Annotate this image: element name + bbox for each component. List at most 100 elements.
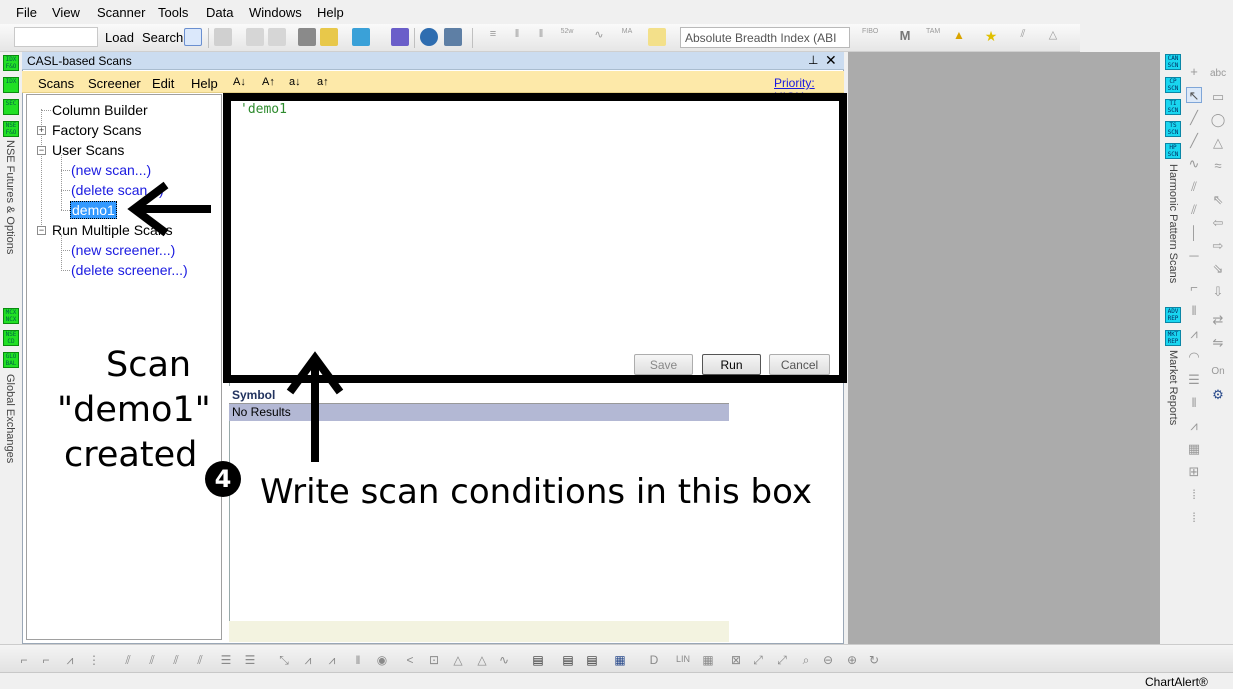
mcx-button[interactable]: MCX NCX [3, 308, 19, 324]
arrow-left-up-icon[interactable]: ⇖ [1210, 192, 1226, 208]
arrow-down-icon[interactable]: ⇩ [1210, 284, 1226, 300]
tree-user-scans[interactable]: User Scans [52, 142, 124, 158]
collapse-user-scans[interactable]: − [37, 146, 46, 155]
tool-settings-icon[interactable]: ⚙ [1210, 387, 1226, 403]
panel-menu-edit[interactable]: Edit [152, 76, 174, 91]
tool-7-icon[interactable]: ⫽ [168, 652, 184, 668]
trend-icon[interactable]: ⫽ [1014, 28, 1032, 46]
save-icon[interactable] [214, 28, 232, 46]
close-icon[interactable]: ✕ [825, 52, 837, 69]
gann-icon[interactable]: ⩘ [1186, 418, 1202, 434]
vbars-icon[interactable]: ‖ [1186, 395, 1202, 411]
dots-grid-icon[interactable]: ⁞ [1186, 487, 1202, 503]
pointer-icon[interactable]: ↖ [1186, 87, 1202, 103]
tool-20-icon[interactable]: ∿ [496, 652, 512, 668]
font-small-decrease-button[interactable]: a↓ [289, 76, 301, 88]
menu-tools[interactable]: Tools [158, 5, 188, 20]
arrow-right-icon[interactable]: ⇨ [1210, 238, 1226, 254]
on-toggle[interactable]: On [1210, 364, 1226, 380]
market-icon[interactable] [352, 28, 370, 46]
line-icon[interactable]: ╱ [1186, 110, 1202, 126]
triangle-tool-icon[interactable]: △ [1210, 135, 1226, 151]
harmonic-pattern-scans-tab[interactable]: Harmonic Pattern Scans [1167, 164, 1179, 283]
star-icon[interactable]: ★ [982, 28, 1000, 46]
save-button[interactable]: Save [634, 354, 693, 375]
tool-26-icon[interactable]: ▦ [700, 652, 716, 668]
nse-futures-tab[interactable]: NSE Futures & Options [4, 140, 16, 254]
wave-icon[interactable]: ∿ [590, 28, 608, 46]
ma-icon[interactable]: MA [618, 28, 636, 46]
bars2-icon[interactable]: ‖ [532, 28, 550, 46]
hp-scn-button[interactable]: HP SCN [1165, 143, 1181, 159]
dots-grid2-icon[interactable]: ⁞ [1186, 510, 1202, 526]
zoom-in-icon[interactable]: ⊕ [844, 652, 860, 668]
tam-icon[interactable]: TAM [926, 28, 944, 46]
tool-17-icon[interactable]: ⊡ [426, 652, 442, 668]
preview-icon[interactable] [268, 28, 286, 46]
tool-19-icon[interactable]: △ [474, 652, 490, 668]
line-sl-icon[interactable]: ╱ [1186, 133, 1202, 149]
pin-icon[interactable]: ⊥ [808, 53, 818, 67]
tree-column-builder[interactable]: Column Builder [52, 102, 148, 118]
tool-18-icon[interactable]: △ [450, 652, 466, 668]
editor-code[interactable]: 'demo1 [240, 102, 287, 117]
chart-icon[interactable] [184, 28, 202, 46]
panel-menu-screener[interactable]: Screener [88, 76, 141, 91]
tree-factory-scans[interactable]: Factory Scans [52, 122, 141, 138]
tool-23-icon[interactable]: ▤ [584, 652, 600, 668]
globe-icon[interactable] [420, 28, 438, 46]
tree-delete-screener[interactable]: (delete screener...) [71, 262, 188, 278]
tool-12-icon[interactable]: ⩘ [300, 652, 316, 668]
nse-fo-button[interactable]: NSE F&O [3, 121, 19, 137]
run-button[interactable]: Run [702, 354, 761, 375]
mkt-rep-button[interactable]: MKT REP [1165, 330, 1181, 346]
print-icon[interactable] [246, 28, 264, 46]
tool-10-icon[interactable]: ☰ [242, 652, 258, 668]
tool-5-icon[interactable]: ⫽ [120, 652, 136, 668]
font-small-increase-button[interactable]: a↑ [317, 76, 329, 88]
tool-24-icon[interactable]: ▦ [612, 652, 628, 668]
search-button[interactable]: Search [142, 30, 183, 45]
tool-3-icon[interactable]: ⩘ [62, 652, 78, 668]
tool-13-icon[interactable]: ⩘ [324, 652, 340, 668]
tool-29-icon[interactable]: ⤢ [774, 652, 790, 668]
window-icon[interactable] [444, 28, 462, 46]
ellipse-icon[interactable]: ◯ [1210, 112, 1226, 128]
ts-scn-button[interactable]: TS SCN [1165, 121, 1181, 137]
box-grid-icon[interactable]: ⊞ [1186, 464, 1202, 480]
menu-windows[interactable]: Windows [249, 5, 302, 20]
tool-9-icon[interactable]: ☰ [218, 652, 234, 668]
global-exchanges-tab[interactable]: Global Exchanges [4, 374, 16, 463]
link-icon[interactable] [391, 28, 409, 46]
indicator-dropdown[interactable]: Absolute Breadth Index (ABI [680, 27, 850, 48]
tree-new-screener[interactable]: (new screener...) [71, 242, 175, 258]
bars-icon[interactable]: ‖ [508, 28, 526, 46]
symbol-column-header[interactable]: Symbol [232, 388, 275, 402]
sec-button[interactable]: SEC [3, 99, 19, 115]
tree-new-scan[interactable]: (new scan...) [71, 162, 151, 178]
data-icon[interactable] [298, 28, 316, 46]
tool-15-icon[interactable]: ◉ [374, 652, 390, 668]
channel-icon[interactable]: ⫽ [1186, 179, 1202, 195]
tool-11-icon[interactable]: ⤡ [276, 652, 292, 668]
market-reports-tab[interactable]: Market Reports [1167, 350, 1179, 425]
sort-icon[interactable] [648, 28, 666, 46]
menu-file[interactable]: File [16, 5, 37, 20]
menu-view[interactable]: View [52, 5, 80, 20]
menu-scanner[interactable]: Scanner [97, 5, 145, 20]
panel-menu-scans[interactable]: Scans [38, 76, 74, 91]
tree-delete-scan[interactable]: (delete scan...) [71, 182, 164, 198]
cp-scn-button[interactable]: CP SCN [1165, 77, 1181, 93]
bracket-icon[interactable]: ⌐ [1186, 280, 1202, 296]
multi-arrow-icon[interactable]: ⇄ [1210, 312, 1226, 328]
panel-menu-help[interactable]: Help [191, 76, 218, 91]
nse-cd-button[interactable]: NSE CD [3, 330, 19, 346]
tree-demo1-selected[interactable]: demo1 [70, 201, 117, 219]
tool-6-icon[interactable]: ⫽ [144, 652, 160, 668]
tool-14-icon[interactable]: ‖ [350, 652, 366, 668]
cancel-button[interactable]: Cancel [769, 354, 830, 375]
refresh-icon[interactable]: ↻ [866, 652, 882, 668]
swap-icon[interactable]: ⇋ [1210, 335, 1226, 351]
tool-28-icon[interactable]: ⤢ [750, 652, 766, 668]
grid-lines-icon[interactable]: ‖ [1186, 303, 1202, 319]
